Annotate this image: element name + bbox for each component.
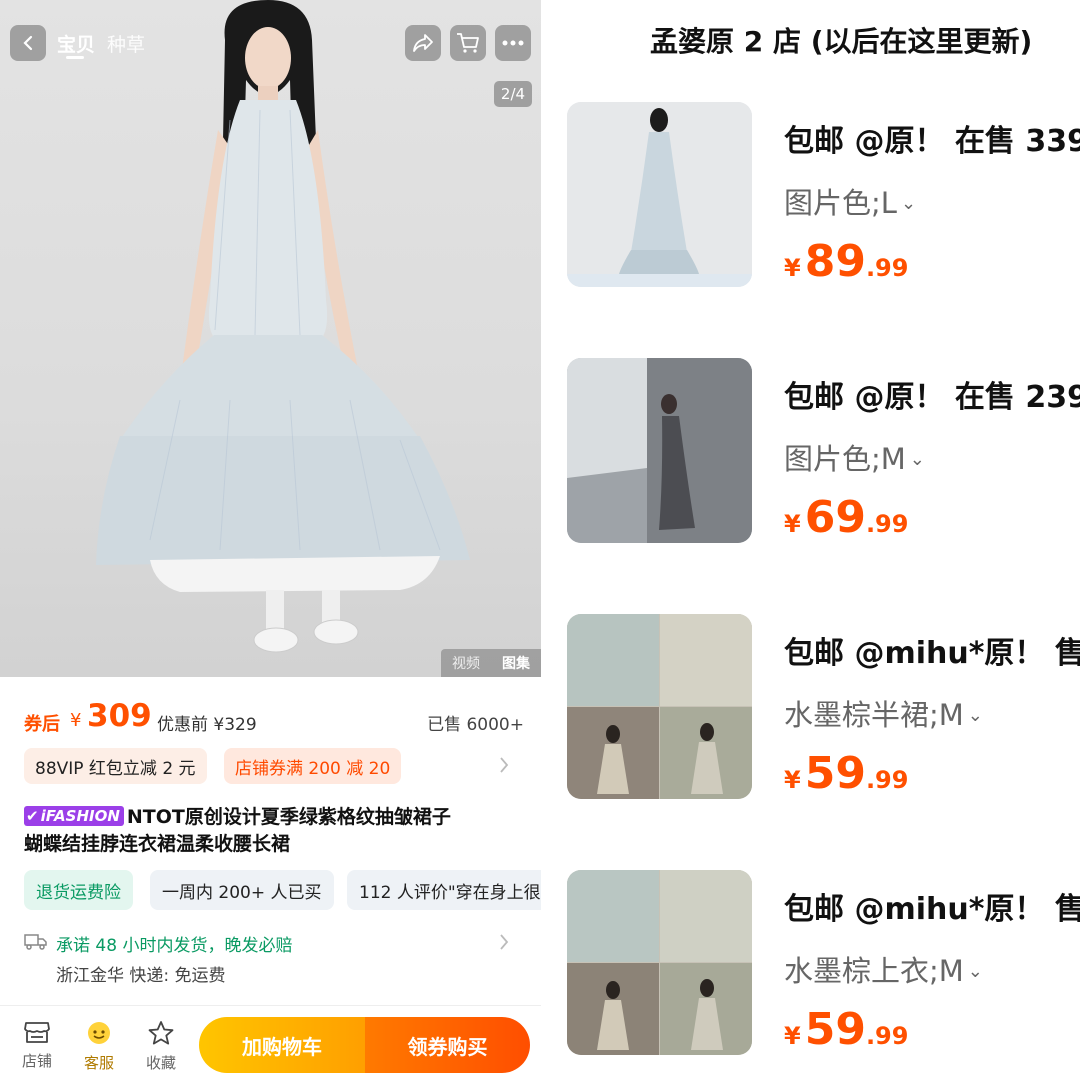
original-price: 优惠前 ¥329 [157,715,257,735]
tab-item[interactable]: 宝贝 [57,30,95,57]
item-title: 包邮 @原！ 在售 339 [784,124,1080,159]
more-icon [502,40,524,46]
shop-order-list-panel: 孟婆原 2 店 (以后在这里更新) 包邮 @原！ 在售 339 图片色;L ⌄ ¥… [541,0,1080,1080]
currency-symbol: ¥ [784,766,801,794]
price-decimal: .99 [865,766,909,794]
price-decimal: .99 [865,254,909,282]
list-item[interactable]: 包邮 @mihu*原！ 售 水墨棕上衣;M ⌄ ¥59.99 [541,870,1080,1070]
media-switch: 视频 图集 [441,649,541,677]
list-item[interactable]: 包邮 @原！ 在售 339 图片色;L ⌄ ¥89.99 [541,102,1080,302]
buy-with-coupon-button[interactable]: 领券购买 [365,1017,530,1073]
favorite-label: 收藏 [145,1054,176,1072]
list-item[interactable]: 包邮 @mihu*原！ 售 水墨棕半裙;M ⌄ ¥59.99 [541,614,1080,814]
shop-nav-button[interactable]: 店铺 [14,1020,60,1071]
shipping-origin: 浙江金华 快递: 免运费 [56,966,226,986]
price-row: 券后 ¥ 309 优惠前 ¥329 已售 6000+ [24,698,524,738]
shop-coupon-chip[interactable]: 店铺券满 200 减 20 [224,748,402,784]
product-thumbnail[interactable] [567,614,752,799]
badge-text: iFASHION [40,807,120,825]
item-price: ¥89.99 [784,236,908,287]
back-button[interactable] [10,25,46,61]
service-label: 客服 [83,1054,114,1072]
back-icon [23,35,33,51]
product-detail-panel: 宝贝 种草 2/4 视频 图集 券后 ¥ 309 优惠前 ¥329 已售 600… [0,0,541,1080]
item-title: 包邮 @原！ 在售 239 [784,380,1080,415]
product-title: ✔ iFASHION NTOT原创设计夏季绿紫格纹抽皱裙子 蝴蝶结挂脖连衣裙温柔收腰… [24,804,524,858]
image-page-indicator: 2/4 [494,81,532,107]
product-image-gallery[interactable]: 宝贝 种草 2/4 视频 图集 [0,0,541,677]
chevron-down-icon: ⌄ [967,705,983,726]
chevron-down-icon: ⌄ [900,193,917,214]
spec-text: 水墨棕上衣;M [784,954,964,988]
list-item[interactable]: 包邮 @原！ 在售 239 图片色;M ⌄ ¥69.99 [541,358,1080,558]
favorite-button[interactable]: 收藏 [138,1020,184,1073]
item-title: 包邮 @mihu*原！ 售 [784,892,1080,927]
shop-label: 店铺 [21,1052,52,1070]
price-integer: 59 [804,1004,866,1055]
product-thumbnail[interactable] [567,870,752,1055]
thumbnail-image [567,614,752,799]
thumbnail-image [567,102,752,287]
currency-symbol: ¥ [70,710,82,731]
cart-button[interactable] [450,25,486,61]
thumbnail-image [567,358,752,543]
price-integer: 59 [804,748,866,799]
item-spec-selector[interactable]: 图片色;M ⌄ [784,436,925,478]
product-photo [96,0,470,653]
shop-name[interactable]: 孟婆原 2 店 (以后在这里更新) [650,20,1032,60]
reviews-tag[interactable]: 112 人评价"穿在身上很 [347,870,541,910]
sold-count: 已售 6000+ [427,715,524,735]
tab-recommend[interactable]: 种草 [107,30,145,57]
item-price: ¥59.99 [784,1004,908,1055]
truck-icon [24,934,47,950]
price-decimal: .99 [865,1022,909,1050]
vip-discount-chip[interactable]: 88VIP 红包立减 2 元 [24,748,207,784]
cart-icon [457,33,479,53]
currency-symbol: ¥ [784,1022,801,1050]
v-logo-icon: ✔ [26,807,39,825]
customer-service-icon [88,1022,110,1044]
title-line-1: NTOT原创设计夏季绿紫格纹抽皱裙子 [126,806,451,828]
product-thumbnail[interactable] [567,358,752,543]
divider [0,1005,541,1006]
chevron-down-icon: ⌄ [909,449,925,470]
more-button[interactable] [495,25,531,61]
product-thumbnail[interactable] [567,102,752,287]
item-spec-selector[interactable]: 水墨棕半裙;M ⌄ [784,692,983,734]
share-icon [413,34,433,52]
thumbnail-image [567,870,752,1055]
ifashion-badge: ✔ iFASHION [24,806,124,826]
item-spec-selector[interactable]: 图片色;L ⌄ [784,180,916,222]
customer-service-button[interactable]: 客服 [76,1020,122,1073]
after-coupon-label: 券后 [24,714,60,735]
title-line-2: 蝴蝶结挂脖连衣裙温柔收腰长裙 [24,833,291,855]
add-to-cart-button[interactable]: 加购物车 [199,1017,365,1073]
item-spec-selector[interactable]: 水墨棕上衣;M ⌄ [784,948,983,990]
current-price: 309 [87,698,152,734]
active-tab-indicator [66,56,84,59]
spec-text: 水墨棕半裙;M [784,698,964,732]
return-shipping-insurance-tag[interactable]: 退货运费险 [24,870,133,910]
chevron-down-icon: ⌄ [967,961,983,982]
item-price: ¥59.99 [784,748,908,799]
gallery-tab[interactable]: 图集 [502,653,530,673]
chevron-right-icon[interactable] [498,756,510,774]
spec-text: 图片色;M [784,442,906,476]
currency-symbol: ¥ [784,254,801,282]
star-icon [148,1021,174,1045]
shipping-promise: 承诺 48 小时内发货，晚发必赔 [56,936,293,956]
item-price: ¥69.99 [784,492,908,543]
price-integer: 69 [804,492,866,543]
item-title: 包邮 @mihu*原！ 售 [784,636,1080,671]
price-integer: 89 [804,236,866,287]
spec-text: 图片色;L [784,186,897,220]
price-decimal: .99 [865,510,909,538]
video-tab[interactable]: 视频 [452,653,480,673]
chevron-right-icon[interactable] [498,933,510,951]
share-button[interactable] [405,25,441,61]
weekly-buyers-tag[interactable]: 一周内 200+ 人已买 [150,870,334,910]
currency-symbol: ¥ [784,510,801,538]
shop-icon [24,1022,50,1043]
